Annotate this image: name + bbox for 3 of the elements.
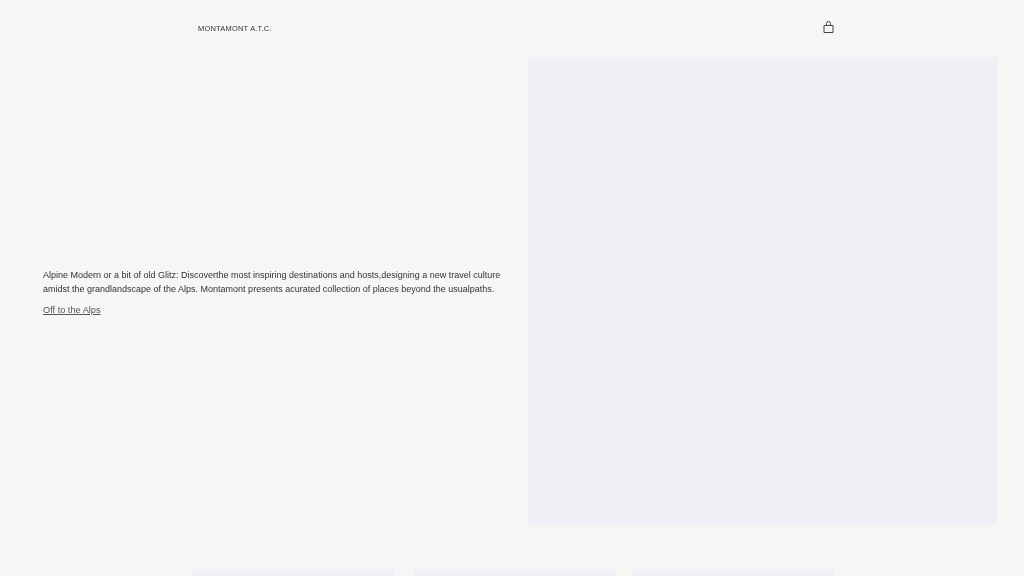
alps-link[interactable]: Off to the Alps bbox=[43, 304, 101, 315]
intro-text: Alpine Modern or a bit of old Glitz: Discoverthe most inspiring destinations and hosts,designing a new travel culture amidst the grandlandscape of the Alps. Montamont presents acurated collection of places beyond the usualpaths. bbox=[43, 268, 502, 296]
shopping-bag-icon[interactable] bbox=[823, 20, 834, 33]
